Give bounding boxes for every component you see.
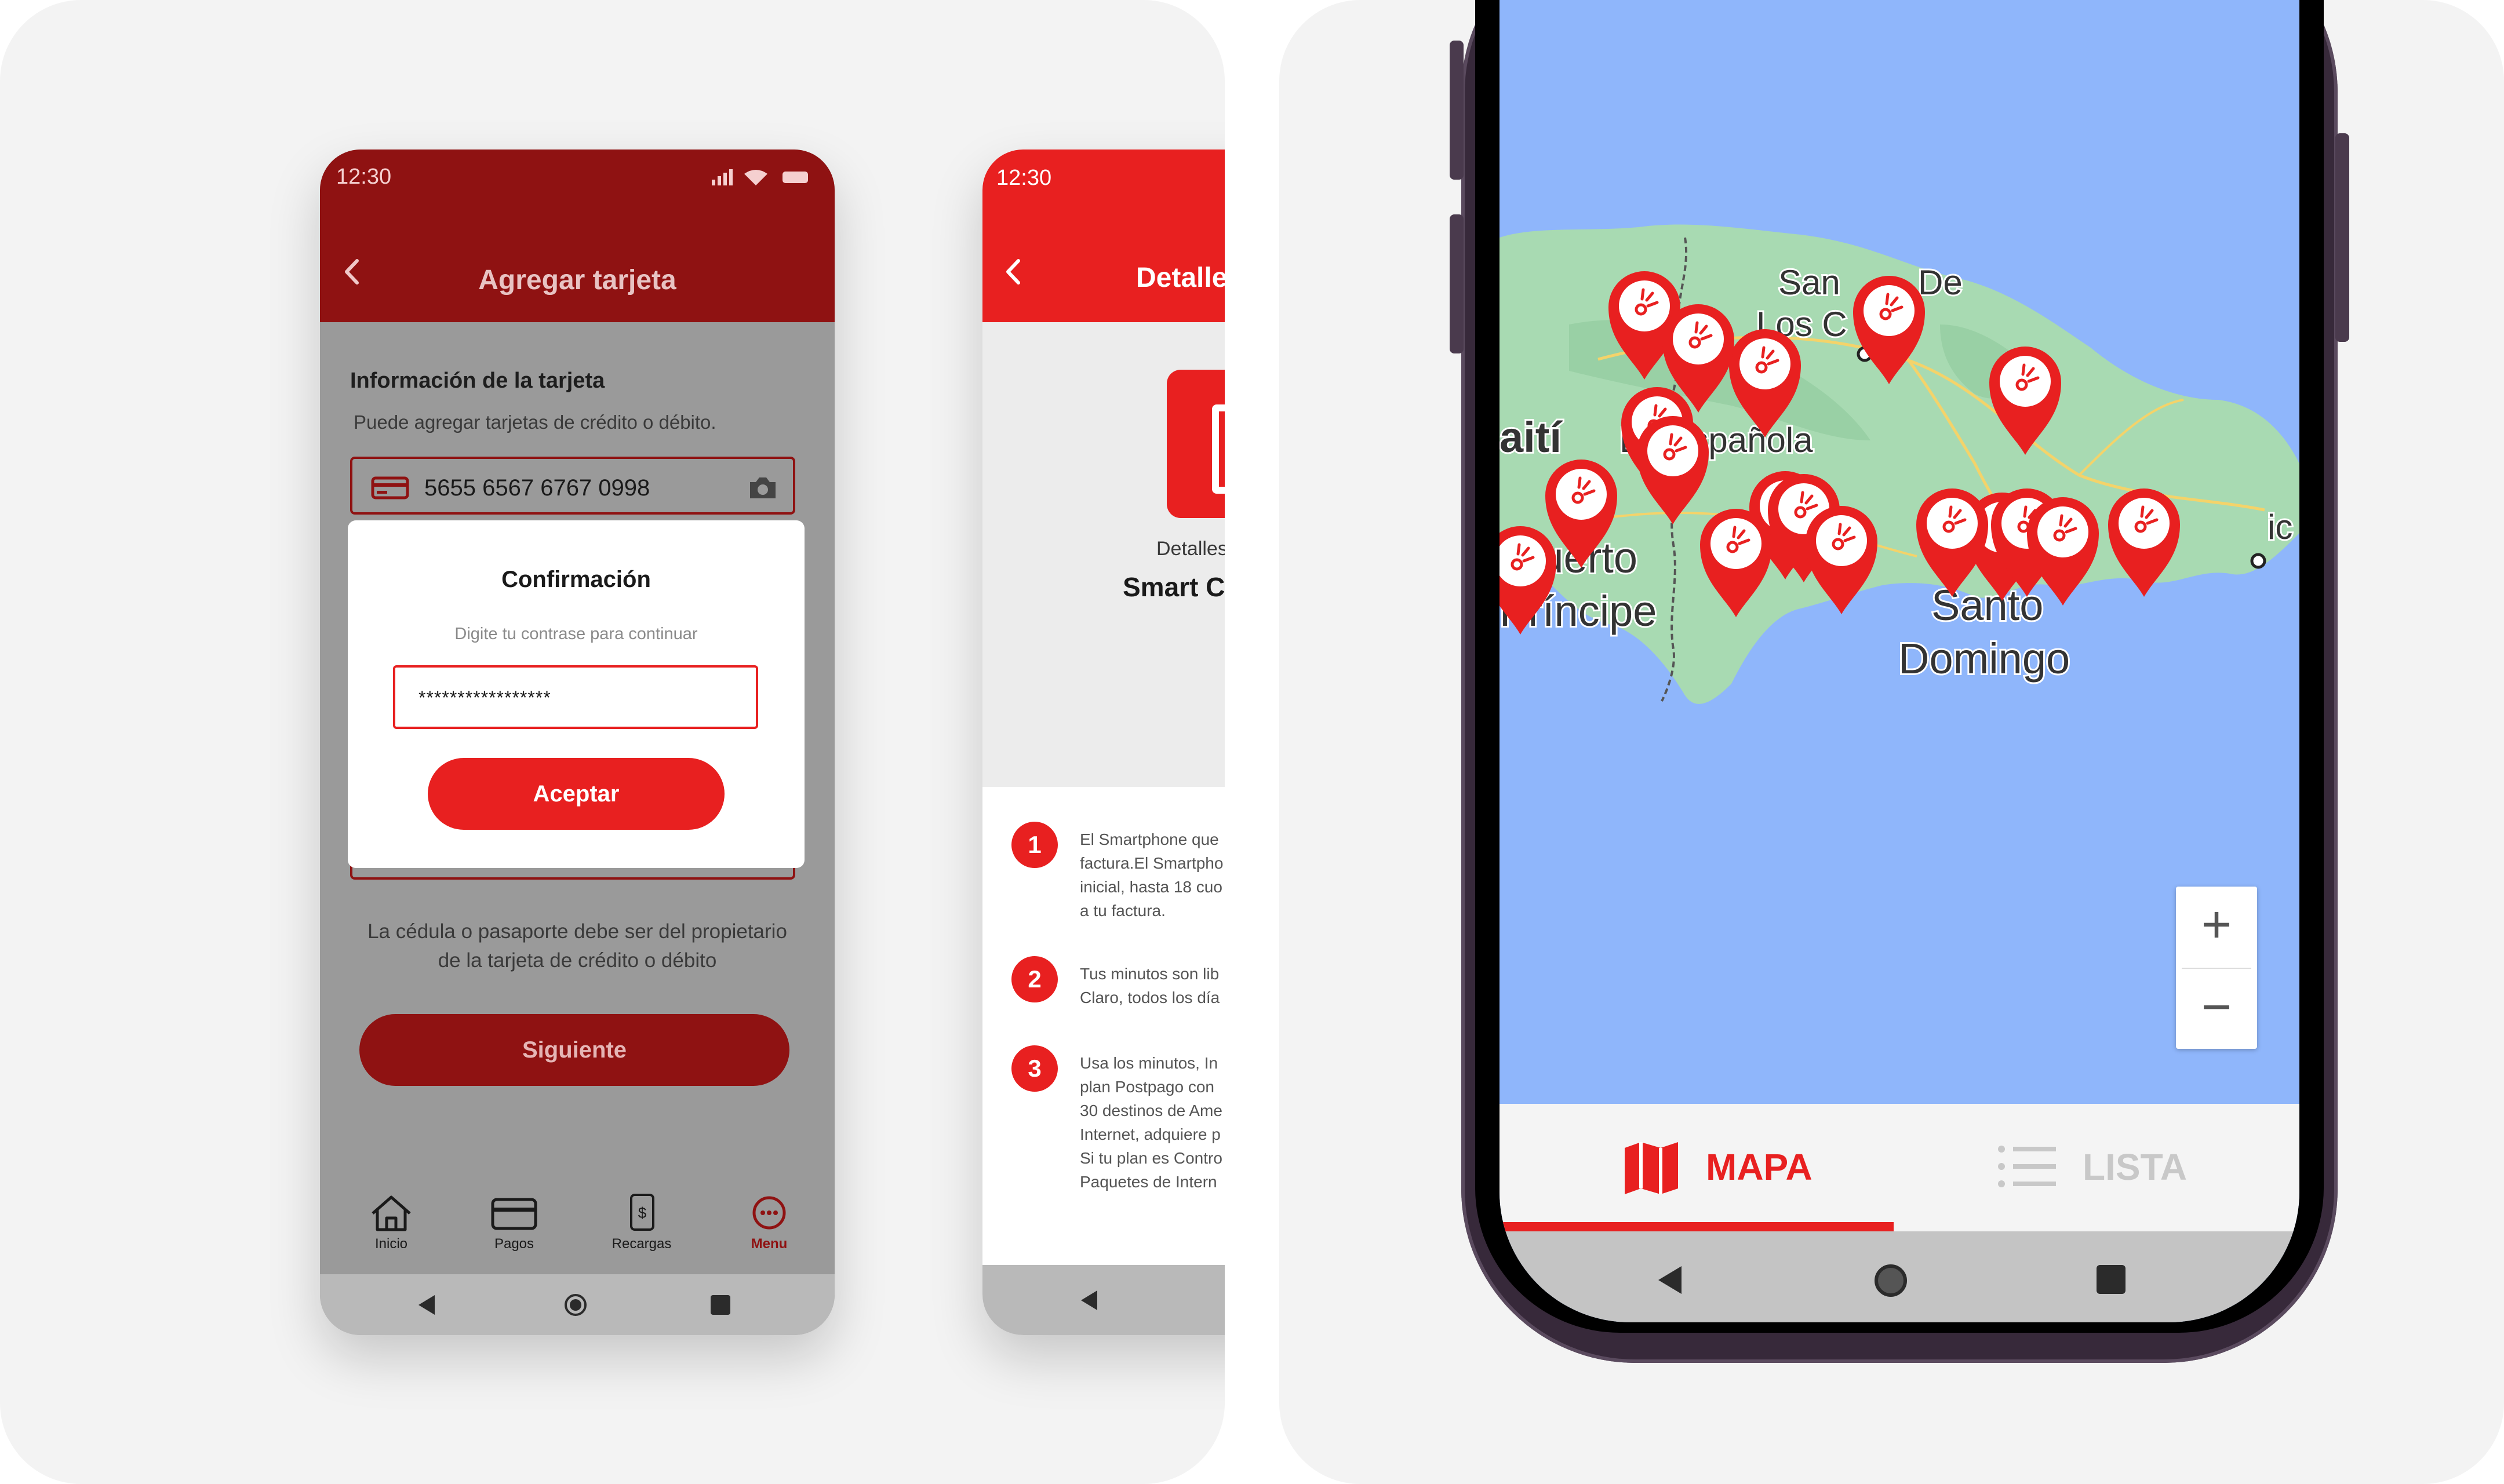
- right-showcase-panel: San De Los C aití La Española Puerto Prí…: [1279, 0, 2504, 1484]
- zoom-out-button[interactable]: −: [2176, 969, 2257, 1049]
- section-title: Información de la tarjeta: [350, 369, 605, 393]
- map-icon: [1625, 1142, 1678, 1194]
- phone-recharge-icon: $: [630, 1194, 654, 1231]
- map-label-santiago: San: [1778, 263, 1840, 302]
- step-number-badge: 3: [1011, 1045, 1058, 1092]
- step-2-text: Tus minutos son lib Claro, todos los día: [1080, 965, 1220, 1007]
- password-value: *****************: [418, 687, 551, 708]
- device-side-button: [1450, 214, 1464, 353]
- card-number-value: 5655 6567 6767 0998: [424, 475, 650, 501]
- add-card-phone-screen: 12:30 Agregar tarjeta Información de la …: [320, 150, 835, 1335]
- confirmation-dialog: Confirmación Digite tu contrase para con…: [348, 520, 805, 868]
- next-button[interactable]: Siguiente: [359, 1014, 789, 1086]
- details-label: Detalles: [1156, 538, 1225, 560]
- section-subtitle: Puede agregar tarjetas de crédito o débi…: [354, 411, 716, 433]
- status-time: 12:30: [996, 166, 1052, 190]
- step-number-badge: 1: [1011, 822, 1058, 868]
- tab-lista[interactable]: LISTA: [1894, 1104, 2299, 1231]
- system-home-icon[interactable]: [565, 1294, 587, 1316]
- system-nav-bar: [1500, 1231, 2299, 1322]
- dialog-title: Confirmación: [501, 567, 651, 592]
- list-icon: [1998, 1146, 2056, 1187]
- details-phone-screen: 12:30 Detalle Detalles Smart C 1 El Smar…: [982, 150, 1225, 1335]
- product-image: [1167, 370, 1225, 518]
- camera-icon[interactable]: [747, 475, 779, 501]
- nav-label: Pagos: [494, 1236, 534, 1252]
- nav-label: Recargas: [612, 1236, 672, 1252]
- nav-item-menu[interactable]: Menu: [737, 1193, 801, 1252]
- nav-item-recargas[interactable]: $ Recargas: [604, 1193, 679, 1252]
- view-tabs: MAPA LISTA: [1500, 1104, 2299, 1231]
- system-recents-icon[interactable]: [711, 1295, 730, 1315]
- svg-text:$: $: [638, 1204, 647, 1222]
- home-icon: [372, 1195, 411, 1231]
- phone-glyph-icon: [1212, 404, 1225, 494]
- password-input[interactable]: *****************: [393, 665, 758, 729]
- nav-label: Inicio: [374, 1236, 408, 1252]
- system-nav-bar: [320, 1274, 835, 1335]
- product-name: Smart C: [1123, 572, 1225, 602]
- back-arrow-icon[interactable]: [1002, 257, 1023, 286]
- status-icons: [712, 169, 808, 185]
- svg-text:Domingo: Domingo: [1898, 635, 2070, 683]
- owner-note-line2: de la tarjeta de crédito o débito: [438, 949, 717, 972]
- system-recents-icon[interactable]: [2097, 1265, 2126, 1294]
- device-side-button: [1450, 41, 1464, 180]
- accept-button[interactable]: Aceptar: [428, 758, 725, 830]
- nav-label: Menu: [751, 1236, 788, 1252]
- map-label-haiti: aití: [1500, 413, 1563, 461]
- map-screen: San De Los C aití La Española Puerto Prí…: [1500, 0, 2299, 1322]
- card-icon: [491, 1198, 537, 1230]
- more-icon: [752, 1196, 786, 1230]
- card-number-field[interactable]: 5655 6567 6767 0998: [350, 457, 795, 515]
- device-side-button: [2335, 133, 2349, 342]
- nav-item-pagos[interactable]: Pagos: [482, 1193, 546, 1252]
- status-time: 12:30: [336, 165, 392, 189]
- owner-note-line1: La cédula o pasaporte debe ser del propi…: [367, 920, 787, 943]
- svg-text:De: De: [1918, 263, 1963, 302]
- step-1-text: El Smartphone que factura.El Smartpho ini…: [1080, 830, 1224, 920]
- system-home-icon[interactable]: [1875, 1264, 1907, 1297]
- dialog-subtitle: Digite tu contrase para continuar: [454, 625, 698, 643]
- status-bar: 12:30: [320, 150, 835, 207]
- page-title: Agregar tarjeta: [478, 265, 676, 296]
- step-3-text: Usa los minutos, In plan Postpago con 30 …: [1080, 1054, 1222, 1191]
- card-icon: [371, 476, 409, 499]
- left-showcase-panel: 12:30 Agregar tarjeta Información de la …: [0, 0, 1225, 1484]
- system-back-icon[interactable]: [418, 1295, 435, 1315]
- active-tab-indicator: [1500, 1222, 1894, 1231]
- zoom-controls: + −: [2176, 887, 2257, 1049]
- system-back-icon[interactable]: [1658, 1266, 1682, 1294]
- bottom-nav: Inicio Pagos $ Recargas Menu: [320, 1187, 835, 1274]
- zoom-in-button[interactable]: +: [2176, 887, 2257, 968]
- system-nav-bar: [982, 1265, 1225, 1335]
- nav-item-inicio[interactable]: Inicio: [359, 1193, 423, 1252]
- svg-text:ic: ic: [2268, 508, 2292, 546]
- page-title: Detalle: [1136, 262, 1225, 293]
- step-number-badge: 2: [1011, 956, 1058, 1002]
- system-back-icon[interactable]: [1081, 1290, 1097, 1310]
- tab-mapa[interactable]: MAPA: [1500, 1104, 1894, 1231]
